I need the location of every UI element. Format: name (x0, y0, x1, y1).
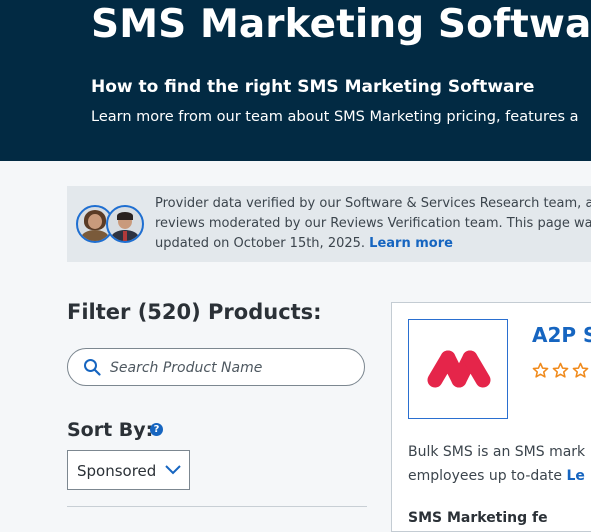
hero-banner: SMS Marketing Software How to find the r… (0, 0, 591, 161)
reviewer-avatar (106, 205, 144, 243)
filter-title: Filter (520) Products: (67, 300, 322, 324)
product-card: A2P SI Bulk SMS is an SMS mark employees… (391, 302, 591, 532)
features-heading: SMS Marketing fe (408, 510, 548, 526)
verification-line-3: updated on October 15th, 2025. (155, 236, 366, 251)
chevron-down-icon (165, 465, 181, 475)
product-description-line-1: Bulk SMS is an SMS mark (408, 444, 586, 460)
verification-line-2: reviews moderated by our Reviews Verific… (155, 216, 591, 231)
hero-description: Learn more from our team about SMS Marke… (91, 109, 579, 125)
hero-subtitle: How to find the right SMS Marketing Soft… (91, 77, 535, 97)
verification-notice: Provider data verified by our Software &… (67, 186, 591, 262)
sort-select[interactable]: Sponsored (67, 450, 190, 490)
filter-divider (67, 506, 367, 507)
verification-text: Provider data verified by our Software &… (155, 194, 591, 254)
learn-more-link[interactable]: Learn more (369, 236, 453, 251)
star-icon (572, 362, 589, 378)
star-icon (552, 362, 569, 378)
search-icon (84, 359, 101, 376)
search-box[interactable] (67, 348, 365, 386)
product-name-link[interactable]: A2P SI (532, 323, 591, 347)
product-description: Bulk SMS is an SMS mark employees up to-… (408, 440, 585, 488)
sort-by-label: Sort By: (67, 419, 154, 441)
product-logo[interactable] (408, 319, 508, 419)
product-description-line-2: employees up to-date (408, 468, 562, 484)
page-title: SMS Marketing Software (91, 2, 591, 47)
sort-select-value: Sponsored (77, 462, 157, 480)
product-logo-mark (427, 350, 491, 388)
star-icon (532, 362, 549, 378)
verification-line-1: Provider data verified by our Software &… (155, 196, 591, 211)
help-icon[interactable]: ? (150, 423, 163, 436)
search-input[interactable] (108, 355, 352, 381)
product-learn-more-link[interactable]: Le (566, 468, 584, 484)
rating-stars (532, 362, 591, 383)
